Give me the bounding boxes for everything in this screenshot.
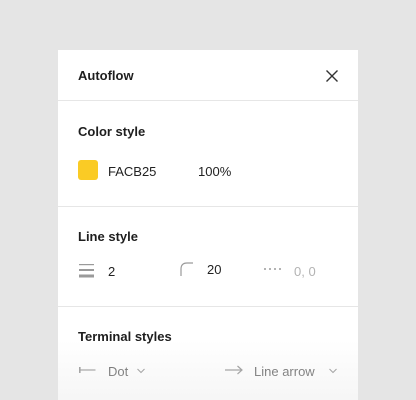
panel-title: Autoflow	[78, 68, 134, 83]
close-button[interactable]	[320, 64, 344, 88]
corner-radius-icon	[180, 262, 193, 276]
line-style-section	[58, 207, 358, 307]
line-start-dot-icon	[79, 367, 96, 373]
line-style-title: Line style	[78, 229, 138, 244]
start-terminal-label: Dot	[108, 364, 129, 379]
close-icon	[326, 70, 338, 82]
line-arrow-icon	[225, 365, 243, 375]
stroke-width-field[interactable]: 2	[108, 264, 115, 280]
dash-pattern-field[interactable]: 0, 0	[294, 264, 316, 280]
stroke-weight-icon	[79, 264, 94, 278]
chevron-down-icon	[329, 368, 337, 374]
color-hex-field[interactable]: FACB25	[108, 164, 156, 180]
color-style-section	[58, 101, 358, 207]
corner-radius-field[interactable]: 20	[207, 262, 221, 278]
chevron-down-icon	[137, 368, 145, 374]
end-terminal-dropdown[interactable]: Line arrow	[224, 358, 344, 384]
dash-pattern-icon	[264, 268, 281, 270]
terminal-styles-title: Terminal styles	[78, 329, 172, 344]
color-opacity-field[interactable]: 100%	[198, 164, 231, 180]
color-style-title: Color style	[78, 124, 146, 139]
color-swatch[interactable]	[78, 160, 98, 180]
panel-header: Autoflow	[58, 50, 358, 101]
start-terminal-dropdown[interactable]: Dot	[78, 358, 158, 384]
end-terminal-label: Line arrow	[254, 364, 315, 379]
autoflow-panel: Autoflow Color style FACB25 100% Line st…	[58, 50, 358, 400]
